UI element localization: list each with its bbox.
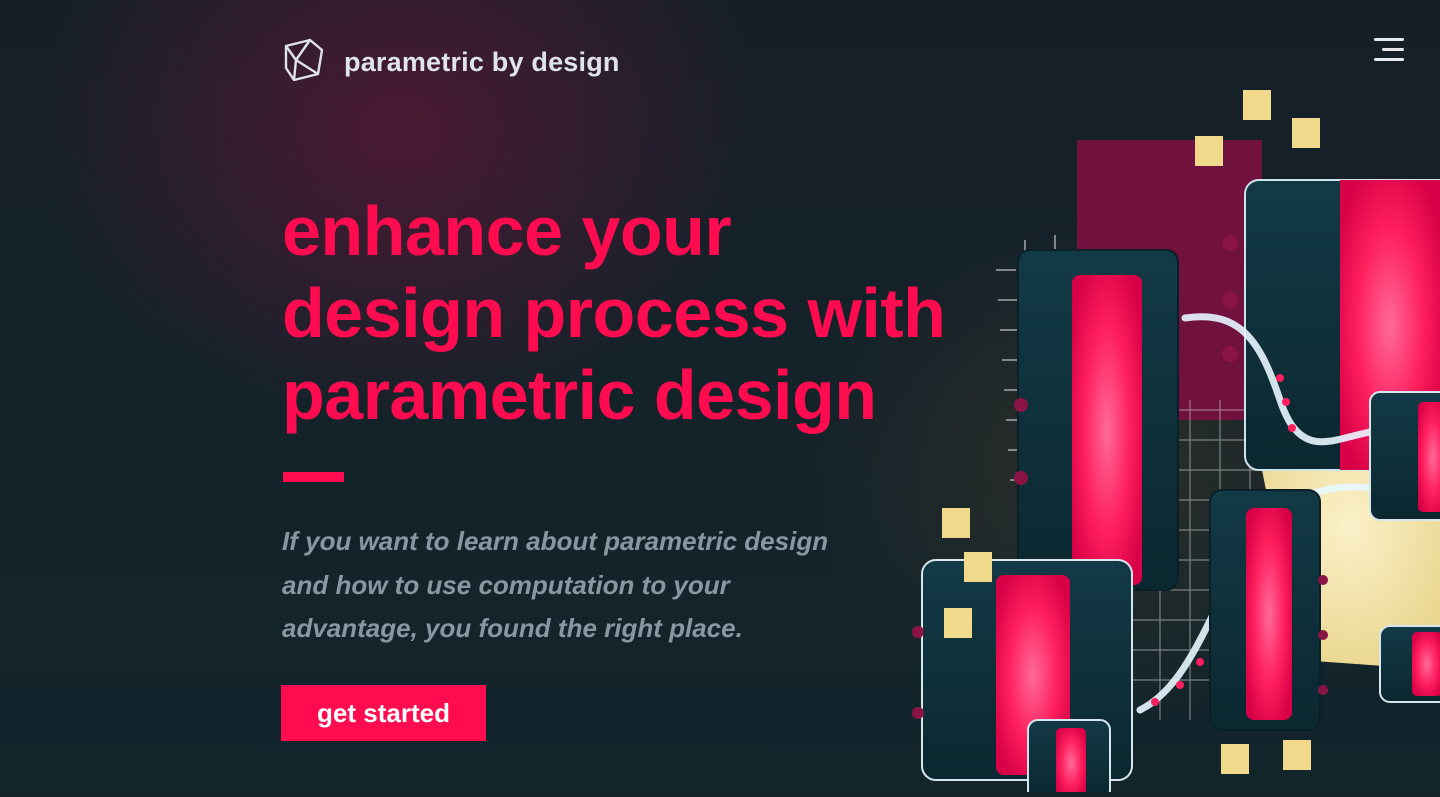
hero-subtitle: If you want to learn about parametric de… [282, 520, 902, 651]
get-started-button[interactable]: get started [281, 685, 486, 741]
hamburger-menu-icon[interactable] [1370, 36, 1406, 64]
brand-name: parametric by design [344, 47, 620, 77]
title-divider [283, 472, 344, 482]
hero-subtitle-line: advantage, you found the right place. [282, 613, 743, 643]
hero-title-line: parametric design [282, 356, 877, 434]
folded-cube-icon [282, 36, 326, 89]
hero-title: enhance your design process with paramet… [282, 190, 1002, 436]
hero-illustration [900, 80, 1440, 797]
hero-title-line: design process with [282, 274, 946, 352]
hero-subtitle-line: If you want to learn about parametric de… [282, 526, 829, 556]
hero-title-line: enhance your [282, 192, 732, 270]
hero-subtitle-line: and how to use computation to your [282, 569, 730, 600]
brand-logo-link[interactable]: parametric by design [282, 36, 620, 89]
